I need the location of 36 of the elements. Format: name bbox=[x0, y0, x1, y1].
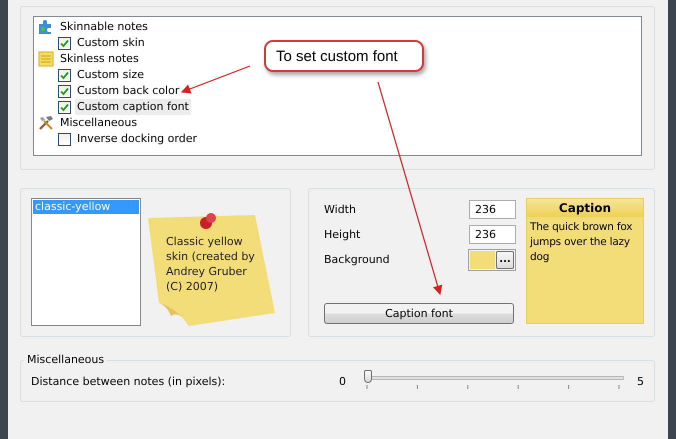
tree-group-label[interactable]: Skinless notes bbox=[58, 51, 141, 67]
color-picker[interactable]: ... bbox=[468, 248, 516, 270]
tools-icon bbox=[38, 115, 54, 131]
checkbox[interactable] bbox=[58, 68, 71, 82]
background-label: Background bbox=[324, 253, 390, 266]
option-label[interactable]: Inverse docking order bbox=[75, 131, 199, 147]
checkbox[interactable] bbox=[58, 100, 71, 114]
checkbox[interactable] bbox=[58, 84, 71, 98]
distance-label: Distance between notes (in pixels): bbox=[31, 374, 226, 388]
tree-group-label[interactable]: Skinnable notes bbox=[58, 19, 150, 35]
width-label: Width bbox=[324, 203, 356, 216]
height-field[interactable]: 236 bbox=[469, 225, 516, 244]
misc-legend: Miscellaneous bbox=[24, 353, 108, 366]
preview-caption: Caption bbox=[527, 199, 643, 217]
distance-slider[interactable] bbox=[364, 370, 624, 392]
slider-thumb[interactable] bbox=[364, 370, 372, 383]
caption-font-button[interactable]: Caption font bbox=[324, 303, 514, 324]
width-field[interactable]: 236 bbox=[469, 200, 516, 219]
option-label[interactable]: Custom caption font bbox=[75, 99, 191, 115]
slider-min: 0 bbox=[339, 374, 346, 388]
puzzle-icon bbox=[38, 19, 54, 35]
slider-max: 5 bbox=[637, 374, 644, 388]
checkbox[interactable] bbox=[58, 132, 71, 146]
tree-group-label[interactable]: Miscellaneous bbox=[58, 115, 140, 131]
callout: To set custom font bbox=[264, 40, 424, 72]
option-label[interactable]: Custom skin bbox=[75, 35, 147, 51]
checkbox[interactable] bbox=[58, 36, 71, 50]
pointer-arrow bbox=[180, 65, 250, 94]
option-label[interactable]: Custom back color bbox=[75, 83, 182, 99]
browse-button[interactable]: ... bbox=[496, 250, 514, 268]
option-label[interactable]: Custom size bbox=[75, 67, 146, 83]
color-swatch bbox=[470, 250, 495, 268]
note-icon bbox=[38, 51, 54, 67]
height-label: Height bbox=[324, 228, 360, 241]
skin-description: Classic yellow skin (created by Andrey Gruber (C) 2007) bbox=[166, 234, 256, 294]
preview-text: The quick brown fox jumps over the lazy dog bbox=[528, 220, 634, 265]
